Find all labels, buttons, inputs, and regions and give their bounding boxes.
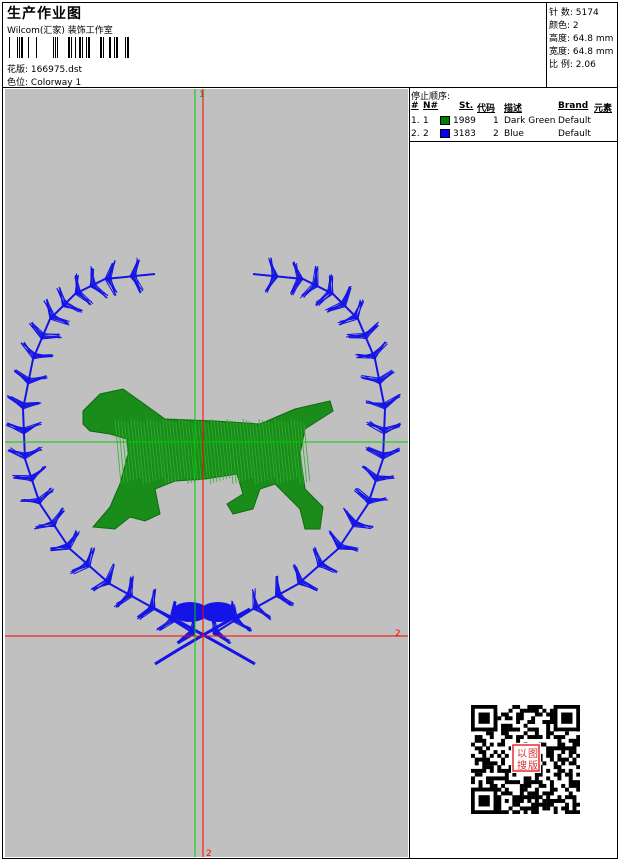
embroidery-preview: 1 2 2: [5, 89, 408, 857]
axis-marker-bottom: 2: [206, 849, 212, 857]
svg-text:版: 版: [528, 759, 538, 772]
row-desc: Blue: [504, 129, 524, 139]
svg-text:图: 图: [528, 748, 538, 760]
row-stitches: 1989: [453, 116, 476, 126]
page-title: 生产作业图: [7, 3, 82, 23]
row-brand: Default: [558, 129, 591, 139]
spec-height: 高度: 64.8 mm: [549, 31, 613, 44]
colorway: 色位: Colorway 1: [7, 75, 81, 88]
row-brand: Default: [558, 116, 591, 126]
col-header-element: 元素: [594, 101, 612, 114]
svg-text:搜: 搜: [517, 759, 527, 772]
col-header-brand: Brand: [558, 101, 588, 111]
row-needle: 1: [423, 116, 429, 126]
pattern-value: 166975.dst: [31, 65, 82, 75]
color-swatch: [440, 116, 450, 125]
spec-divider: [546, 2, 547, 88]
colorway-value: Colorway 1: [31, 78, 81, 88]
col-header-desc: 描述: [504, 101, 522, 114]
col-header-needle: N#: [423, 101, 438, 111]
dog-figure: [83, 389, 333, 529]
pattern-name: 花版: 166975.dst: [7, 62, 82, 75]
svg-text:以: 以: [517, 749, 527, 760]
spec-colors: 颜色: 2: [549, 18, 579, 31]
axis-marker-right: 2: [395, 629, 401, 639]
colorway-label: 色位:: [7, 78, 28, 88]
color-swatch: [440, 129, 450, 138]
spec-width: 宽度: 64.8 mm: [549, 44, 613, 57]
axis-marker-top: 1: [199, 90, 205, 100]
table-divider: [409, 141, 618, 142]
row-index: 2.: [411, 129, 420, 139]
qr-code[interactable]: 以图搜版: [471, 705, 580, 814]
company-name: Wilcom(汇家) 装饰工作室: [7, 23, 113, 36]
col-header-index: #: [411, 101, 419, 111]
design-canvas[interactable]: 1 2 2: [5, 89, 408, 857]
row-needle: 2: [423, 129, 429, 139]
col-header-stitches: St.: [459, 101, 473, 111]
spec-ratio: 比 例: 2.06: [549, 57, 596, 70]
row-stitches: 3183: [453, 129, 476, 139]
barcode: [7, 37, 131, 58]
pattern-label: 花版:: [7, 65, 28, 75]
row-code: 1: [493, 116, 499, 126]
spec-stitches: 针 数: 5174: [549, 5, 599, 18]
col-header-code: 代码: [477, 101, 495, 114]
row-code: 2: [493, 129, 499, 139]
row-desc: Dark Green: [504, 116, 555, 126]
row-index: 1.: [411, 116, 420, 126]
